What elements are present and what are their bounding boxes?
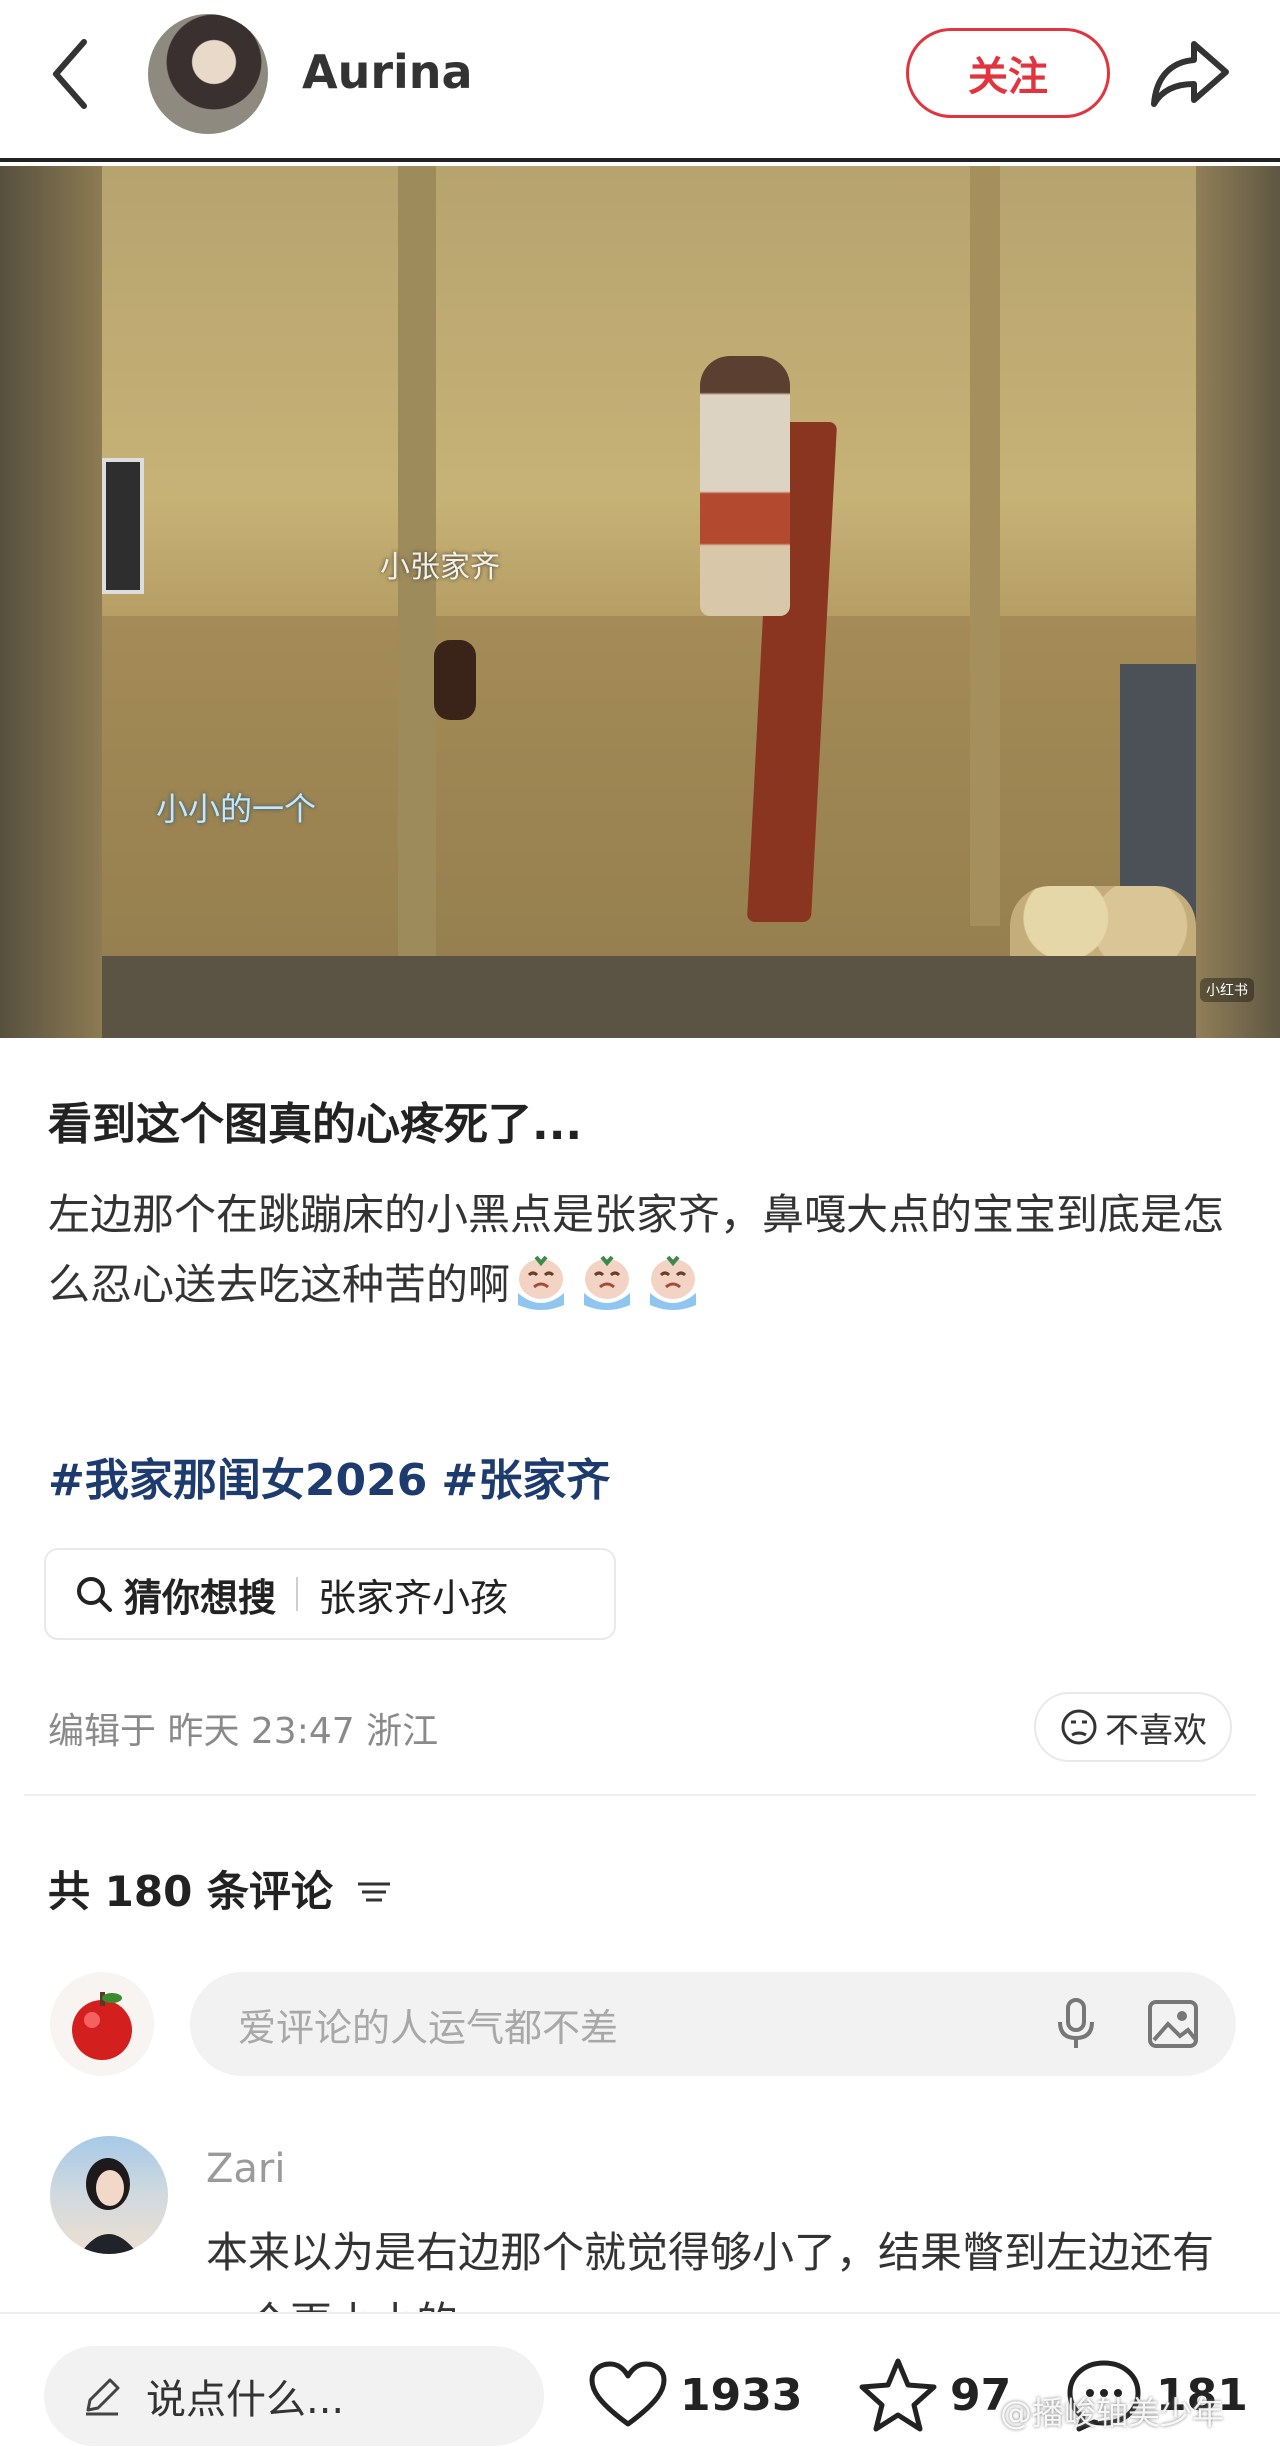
image-caption: 小张家齐 <box>380 550 500 585</box>
divider <box>296 1577 299 1611</box>
hashtag-list: #我家那闺女2026 #张家齐 <box>48 1444 624 1508</box>
filter-icon <box>357 1882 390 1902</box>
image-edge <box>0 166 102 1038</box>
favorite-button[interactable]: 97 <box>858 2350 1011 2440</box>
hashtag-link[interactable]: #我家那闺女2026 <box>48 1455 427 1506</box>
top-bar: Aurina 关注 <box>0 0 1280 162</box>
image-input-button[interactable] <box>1142 1994 1204 2054</box>
image-child-large <box>700 356 790 616</box>
image-caption: 小小的一个 <box>156 790 317 828</box>
image-window <box>102 458 144 594</box>
commenter-photo <box>80 2158 138 2254</box>
repost-watermark: @播峻轴美少年 <box>1000 2394 1225 2432</box>
apple-avatar-image <box>72 1992 132 2060</box>
crying-emoji-icon <box>650 1255 697 1310</box>
back-icon <box>53 39 87 109</box>
dislike-label: 不喜欢 <box>1105 1710 1207 1751</box>
hashtag-link[interactable]: #张家齐 <box>441 1455 610 1506</box>
share-icon <box>1151 41 1229 107</box>
search-icon <box>77 1577 112 1612</box>
section-divider <box>24 1794 1256 1796</box>
commenter-name[interactable]: Zari <box>206 2146 285 2192</box>
share-button[interactable] <box>1148 34 1232 114</box>
dislike-face-icon <box>1061 1709 1097 1745</box>
follow-button[interactable]: 关注 <box>906 28 1110 118</box>
like-button[interactable]: 1933 <box>588 2350 802 2440</box>
say-something-placeholder: 说点什么... <box>146 2377 345 2423</box>
image-watermark: 小红书 <box>1200 978 1254 1002</box>
comments-header[interactable]: 共 180 条评论 <box>48 1858 394 1919</box>
comment-input-placeholder: 爱评论的人运气都不差 <box>238 2005 619 2050</box>
related-search-chip[interactable]: 猜你想搜 张家齐小孩 <box>44 1548 616 1640</box>
my-avatar <box>50 1972 154 2076</box>
say-something-input[interactable]: 说点什么... <box>44 2346 544 2446</box>
dislike-button[interactable]: 不喜欢 <box>1034 1692 1232 1762</box>
bottom-action-bar: 说点什么... 1933 97 181 @播峻轴美少年 <box>0 2312 1280 2447</box>
mic-icon <box>1058 1998 1094 2048</box>
pencil-icon <box>86 2378 120 2416</box>
comment-text: 本来以为是右边那个就觉得够小了，结果瞥到左边还有一个更小小的 <box>206 2228 1215 2318</box>
heart-icon <box>589 2361 667 2427</box>
voice-input-button[interactable] <box>1048 1994 1104 2054</box>
author-name[interactable]: Aurina <box>302 45 473 99</box>
post-image[interactable]: 小张家齐 小小的一个 小红书 <box>0 166 1280 1038</box>
search-chip-label: 猜你想搜 <box>124 1575 277 1620</box>
crying-emoji-icon <box>518 1255 565 1310</box>
comments-count: 共 180 条评论 <box>48 1867 333 1916</box>
author-avatar[interactable] <box>148 14 268 134</box>
commenter-avatar[interactable] <box>50 2136 168 2254</box>
post-body: 左边那个在跳蹦床的小黑点是张家齐，鼻嘎大点的宝宝到底是怎么忍心送去吃这种苦的啊 <box>48 1180 1238 1320</box>
image-pole <box>970 166 1000 926</box>
star-icon <box>859 2358 937 2432</box>
image-edge <box>1196 166 1280 1038</box>
back-button[interactable] <box>44 34 104 114</box>
image-icon <box>1148 2000 1198 2048</box>
image-floor <box>102 956 1196 1038</box>
like-count: 1933 <box>680 2369 803 2421</box>
post-meta: 编辑于 昨天 23:47 浙江 <box>48 1711 439 1752</box>
image-crash-pad <box>1010 886 1196 966</box>
crying-emoji-icon <box>584 1255 631 1310</box>
image-child-small <box>434 640 476 720</box>
search-chip-query: 张家齐小孩 <box>318 1575 509 1620</box>
post-title: 看到这个图真的心疼死了... <box>48 1099 583 1150</box>
